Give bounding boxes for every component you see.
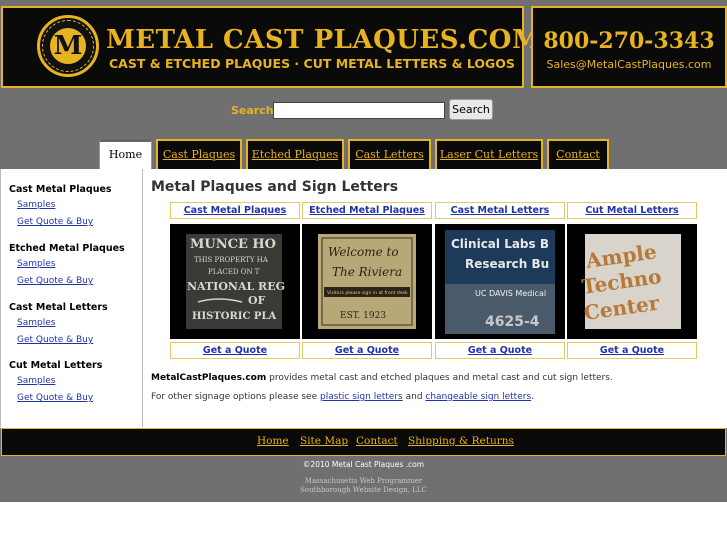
product-photo-cast-plaque[interactable]: MUNCE HO THIS PROPERTY HA PLACED ON T NA… <box>170 224 300 339</box>
product-photo-cast-letters[interactable]: Clinical Labs B Research Bu UC DAVIS Med… <box>435 224 565 339</box>
cast-letters-line-3: UC DAVIS Medical <box>475 289 546 298</box>
etched-plaque-line-1: Welcome to <box>328 245 399 259</box>
page-title: Metal Plaques and Sign Letters <box>151 179 399 195</box>
other-options-end: . <box>531 392 535 402</box>
sidebar-link-cut-letters-samples[interactable]: Samples <box>17 376 55 386</box>
sidebar-link-cast-letters-quote[interactable]: Get Quote & Buy <box>17 335 93 345</box>
cast-plaque-line-4: NATIONAL REG <box>187 280 285 293</box>
cast-plaque-line-1: MUNCE HO <box>190 237 276 252</box>
sidebar-link-cut-letters-quote[interactable]: Get Quote & Buy <box>17 393 93 403</box>
cast-letters-line-2: Research Bu <box>465 257 549 271</box>
site-tagline: CAST & ETCHED PLAQUES · CUT METAL LETTER… <box>109 56 515 71</box>
footer-link-shipping-returns[interactable]: Shipping & Returns <box>408 435 514 447</box>
etched-plaque-image: Welcome to The Riviera Visitors please s… <box>318 234 416 329</box>
tab-laser-cut-letters[interactable]: Laser Cut Letters <box>435 139 543 169</box>
tab-etched-plaques-label[interactable]: Etched Plaques <box>248 141 342 169</box>
site-title: METAL CAST PLAQUES.COM <box>106 25 542 55</box>
sidebar-link-etched-plaques-quote[interactable]: Get Quote & Buy <box>17 276 93 286</box>
product-link-etched-metal-plaques[interactable]: Etched Metal Plaques <box>302 202 432 219</box>
cast-plaque-image: MUNCE HO THIS PROPERTY HA PLACED ON T NA… <box>186 234 285 329</box>
plastic-sign-letters-link[interactable]: plastic sign letters <box>320 392 403 402</box>
cast-plaque-line-3: PLACED ON T <box>208 268 260 276</box>
sidebar: Cast Metal Plaques Samples Get Quote & B… <box>0 169 143 427</box>
tab-contact[interactable]: Contact <box>547 139 609 169</box>
product-label[interactable]: Cast Metal Plaques <box>184 205 287 216</box>
quote-link-cast-metal-plaques[interactable]: Get a Quote <box>170 342 300 359</box>
search-button[interactable]: Search <box>449 99 493 120</box>
footer-link-home[interactable]: Home <box>257 435 289 447</box>
other-options-text: For other signage options please see <box>151 392 320 402</box>
product-link-cast-metal-letters[interactable]: Cast Metal Letters <box>435 202 565 219</box>
footer-link-site-map[interactable]: Site Map <box>300 435 348 447</box>
sidebar-link-cast-plaques-quote[interactable]: Get Quote & Buy <box>17 217 93 227</box>
intro-text: provides metal cast and etched plaques a… <box>266 373 613 383</box>
cast-letters-image: Clinical Labs B Research Bu UC DAVIS Med… <box>445 230 555 334</box>
quote-label[interactable]: Get a Quote <box>600 345 664 356</box>
tab-home[interactable]: Home <box>99 139 152 169</box>
product-label[interactable]: Cut Metal Letters <box>585 205 678 216</box>
etched-plaque-line-4: EST. 1923 <box>340 311 386 321</box>
search-label: Search: <box>231 104 278 117</box>
cast-plaque-line-2: THIS PROPERTY HA <box>194 256 269 264</box>
sidebar-link-cast-letters-samples[interactable]: Samples <box>17 318 55 328</box>
email-address[interactable]: Sales@MetalCastPlaques.com <box>533 58 725 71</box>
copyright: ©2010 Metal Cast Plaques .com <box>302 460 425 469</box>
other-options-paragraph: For other signage options please see pla… <box>151 392 534 402</box>
cast-letters-line-1: Clinical Labs B <box>451 237 549 251</box>
tab-cast-plaques-label[interactable]: Cast Plaques <box>158 141 240 169</box>
credit-programmer[interactable]: Massachusetts Web Programmer <box>0 477 727 485</box>
quote-label[interactable]: Get a Quote <box>335 345 399 356</box>
cast-plaque-line-5: OF <box>248 294 266 307</box>
tab-contact-label[interactable]: Contact <box>549 141 607 169</box>
other-options-and: and <box>402 392 426 402</box>
quote-label[interactable]: Get a Quote <box>203 345 267 356</box>
quote-link-cast-metal-letters[interactable]: Get a Quote <box>435 342 565 359</box>
page: M METAL CAST PLAQUES.COM CAST & ETCHED P… <box>0 0 727 545</box>
main-nav-tabs: Home Cast Plaques Etched Plaques Cast Le… <box>0 139 727 169</box>
credit-design-company[interactable]: Southborough Website Design, LLC <box>0 486 727 494</box>
product-photo-cut-letters[interactable]: Ample Techno Center <box>567 224 697 339</box>
product-link-cut-metal-letters[interactable]: Cut Metal Letters <box>567 202 697 219</box>
search-input[interactable] <box>273 102 445 119</box>
quote-link-etched-metal-plaques[interactable]: Get a Quote <box>302 342 432 359</box>
sidebar-heading-cast-metal-plaques: Cast Metal Plaques <box>9 184 112 195</box>
site-logo-banner[interactable]: M METAL CAST PLAQUES.COM CAST & ETCHED P… <box>1 6 541 88</box>
tab-etched-plaques[interactable]: Etched Plaques <box>246 139 344 169</box>
content-area: Cast Metal Plaques Samples Get Quote & B… <box>0 169 727 428</box>
sidebar-link-cast-plaques-samples[interactable]: Samples <box>17 200 55 210</box>
etched-plaque-line-2: The Riviera <box>332 265 402 279</box>
tab-cast-letters-label[interactable]: Cast Letters <box>350 141 429 169</box>
product-photo-etched-plaque[interactable]: Welcome to The Riviera Visitors please s… <box>302 224 432 339</box>
intro-paragraph: MetalCastPlaques.com provides metal cast… <box>151 373 613 383</box>
quote-link-cut-metal-letters[interactable]: Get a Quote <box>567 342 697 359</box>
sidebar-heading-etched-metal-plaques: Etched Metal Plaques <box>9 243 125 254</box>
changeable-sign-letters-link[interactable]: changeable sign letters <box>425 392 531 402</box>
tab-laser-cut-letters-label[interactable]: Laser Cut Letters <box>437 141 541 169</box>
intro-site-name: MetalCastPlaques.com <box>151 373 267 383</box>
contact-banner: 800-270-3343 Sales@MetalCastPlaques.com <box>531 6 727 88</box>
cast-letters-line-4: 4625-4 <box>485 314 540 330</box>
tab-cast-letters[interactable]: Cast Letters <box>348 139 431 169</box>
seal-letter: M <box>48 26 88 66</box>
product-label[interactable]: Cast Metal Letters <box>451 205 550 216</box>
quote-label[interactable]: Get a Quote <box>468 345 532 356</box>
sidebar-heading-cast-metal-letters: Cast Metal Letters <box>9 302 108 313</box>
product-label[interactable]: Etched Metal Plaques <box>309 205 425 216</box>
tab-home-label[interactable]: Home <box>100 142 151 168</box>
product-link-cast-metal-plaques[interactable]: Cast Metal Plaques <box>170 202 300 219</box>
tab-cast-plaques[interactable]: Cast Plaques <box>156 139 242 169</box>
etched-plaque-line-3: Visitors please sign in at front desk <box>327 290 408 296</box>
sidebar-heading-cut-metal-letters: Cut Metal Letters <box>9 360 103 371</box>
sidebar-link-etched-plaques-samples[interactable]: Samples <box>17 259 55 269</box>
logo-seal-icon: M <box>37 15 99 77</box>
cast-plaque-line-6: HISTORIC PLA <box>192 311 276 322</box>
footer-link-contact[interactable]: Contact <box>356 435 398 447</box>
footer-nav: Home Site Map Contact Shipping & Returns <box>1 428 726 456</box>
cut-letters-image: Ample Techno Center <box>580 234 681 329</box>
phone-number[interactable]: 800-270-3343 <box>533 28 725 54</box>
